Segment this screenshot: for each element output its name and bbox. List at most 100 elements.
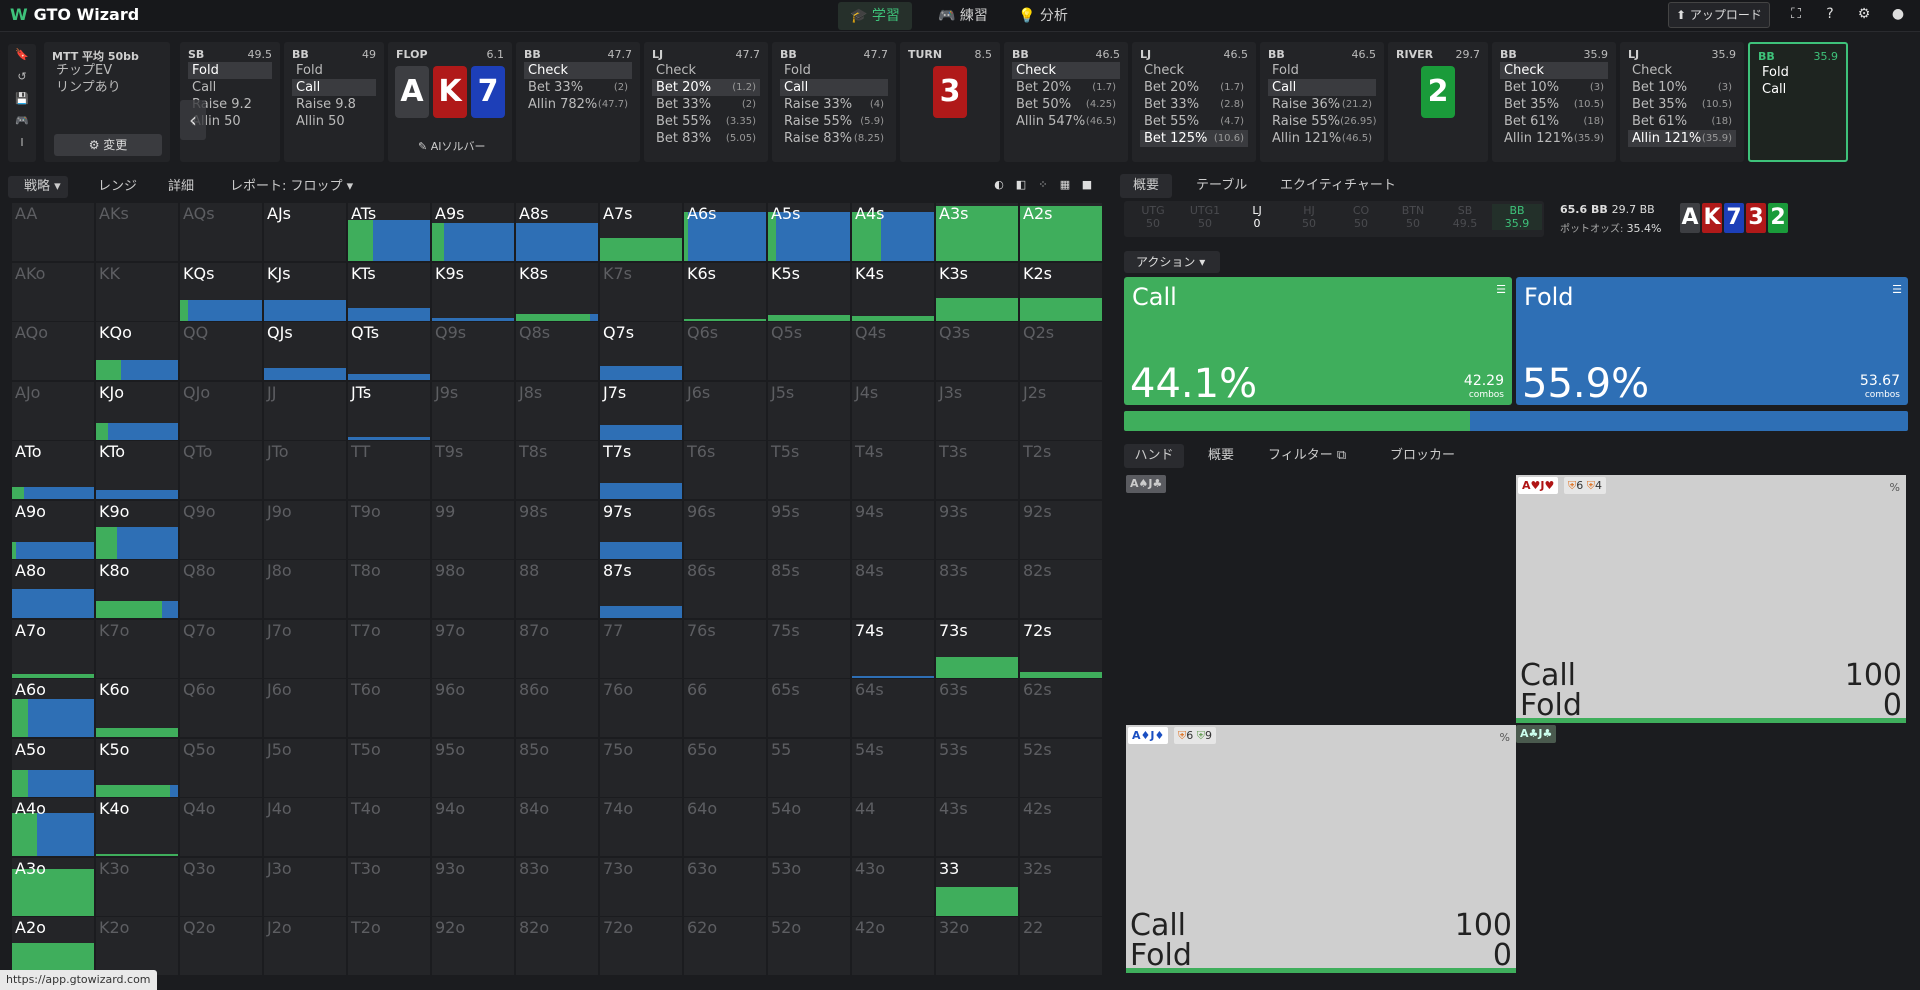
grid-cell-86o[interactable]: 86o: [516, 679, 598, 737]
tree-action-allin-547-[interactable]: Allin 547% (46.5): [1012, 113, 1120, 130]
hand-card-ah-jh[interactable]: A♥J♥ ⛨6 ⛨4 % Call 100 Fold 0: [1516, 475, 1906, 723]
grid-cell-a2o[interactable]: A2o: [12, 917, 94, 975]
grid-cell-88[interactable]: 88: [516, 560, 598, 618]
tree-action-fold[interactable]: Fold: [188, 62, 272, 79]
grid-cell-76o[interactable]: 76o: [600, 679, 682, 737]
grid-cell-64o[interactable]: 64o: [684, 798, 766, 856]
change-button[interactable]: ⚙ 変更: [54, 134, 162, 156]
tree-action-fold[interactable]: Fold: [1758, 64, 1838, 81]
grid-view-icon-1[interactable]: ◐: [990, 176, 1008, 194]
grid-cell-q7o[interactable]: Q7o: [180, 619, 262, 678]
grid-cell-q7s[interactable]: Q7s: [600, 322, 682, 380]
grid-cell-ajo[interactable]: AJo: [12, 381, 94, 440]
grid-cell-a5o[interactable]: A5o: [12, 738, 94, 797]
tree-action-fold[interactable]: Fold: [292, 62, 376, 79]
tree-action-bet-33-[interactable]: Bet 33% (2.8): [1140, 96, 1248, 113]
grid-cell-a4s[interactable]: A4s: [852, 203, 934, 261]
grid-cell-92o[interactable]: 92o: [432, 917, 514, 975]
grid-cell-k3o[interactable]: K3o: [96, 857, 178, 916]
tree-action-raise-55-[interactable]: Raise 55% (5.9): [780, 113, 888, 130]
grid-cell-kqo[interactable]: KQo: [96, 322, 178, 380]
grid-cell-42s[interactable]: 42s: [1020, 798, 1102, 856]
tree-action-check[interactable]: Check: [1140, 62, 1248, 79]
seat-sb[interactable]: SB 49.5: [1440, 204, 1490, 230]
grid-cell-t9s[interactable]: T9s: [432, 441, 514, 499]
grid-cell-j6o[interactable]: J6o: [264, 679, 346, 737]
tree-action-raise-9-8[interactable]: Raise 9.8: [292, 96, 376, 113]
grid-cell-t6s[interactable]: T6s: [684, 441, 766, 499]
grid-cell-a6o[interactable]: A6o: [12, 679, 94, 737]
grid-cell-k4s[interactable]: K4s: [852, 262, 934, 321]
grid-cell-73s[interactable]: 73s: [936, 619, 1018, 678]
grid-cell-73o[interactable]: 73o: [600, 857, 682, 916]
grid-cell-93o[interactable]: 93o: [432, 857, 514, 916]
grid-cell-52o[interactable]: 52o: [768, 917, 850, 975]
grid-cell-22[interactable]: 22: [1020, 917, 1102, 975]
grid-cell-a3s[interactable]: A3s: [936, 203, 1018, 261]
grid-cell-97s[interactable]: 97s: [600, 500, 682, 559]
grid-cell-96o[interactable]: 96o: [432, 679, 514, 737]
seat-hj[interactable]: HJ 50: [1284, 204, 1334, 230]
grid-cell-kjo[interactable]: KJo: [96, 381, 178, 440]
grid-cell-t7o[interactable]: T7o: [348, 619, 430, 678]
grid-cell-j3o[interactable]: J3o: [264, 857, 346, 916]
grid-cell-k9s[interactable]: K9s: [432, 262, 514, 321]
nav-learn[interactable]: 🎓 学習: [838, 2, 912, 30]
grid-cell-kto[interactable]: KTo: [96, 441, 178, 499]
grid-cell-82o[interactable]: 82o: [516, 917, 598, 975]
grid-cell-q6o[interactable]: Q6o: [180, 679, 262, 737]
grid-cell-84o[interactable]: 84o: [516, 798, 598, 856]
tree-column-river[interactable]: RIVER 29.7 2: [1388, 42, 1488, 162]
grid-cell-k2s[interactable]: K2s: [1020, 262, 1102, 321]
tree-column-bb[interactable]: BB 47.7 Fold Call Raise 33% (4) Raise 55% (5.9)…: [772, 42, 896, 162]
tab-hands[interactable]: ハンド: [1124, 444, 1184, 468]
grid-cell-94o[interactable]: 94o: [432, 798, 514, 856]
grid-view-icon-2[interactable]: ◧: [1012, 176, 1030, 194]
tree-action-bet-33-[interactable]: Bet 33% (2): [524, 79, 632, 96]
grid-cell-q3s[interactable]: Q3s: [936, 322, 1018, 380]
tree-action-call[interactable]: Call: [292, 79, 376, 96]
tab-range[interactable]: レンジ: [98, 176, 137, 198]
grid-cell-32o[interactable]: 32o: [936, 917, 1018, 975]
tab-table[interactable]: テーブル: [1196, 174, 1247, 198]
grid-cell-52s[interactable]: 52s: [1020, 738, 1102, 797]
grid-cell-t2s[interactable]: T2s: [1020, 441, 1102, 499]
tree-column-lj[interactable]: LJ 47.7 Check Bet 20% (1.2) Bet 33% (2) Bet 55%…: [644, 42, 768, 162]
grid-cell-a6s[interactable]: A6s: [684, 203, 766, 261]
nav-practice[interactable]: 🎮 練習: [926, 2, 1000, 30]
grid-view-icon-3[interactable]: ⁘: [1034, 176, 1052, 194]
grid-cell-99[interactable]: 99: [432, 500, 514, 559]
grid-cell-qts[interactable]: QTs: [348, 322, 430, 380]
help-icon[interactable]: ?: [1820, 6, 1840, 26]
grid-cell-43o[interactable]: 43o: [852, 857, 934, 916]
grid-cell-62s[interactable]: 62s: [1020, 679, 1102, 737]
grid-cell-a4o[interactable]: A4o: [12, 798, 94, 856]
grid-cell-a2s[interactable]: A2s: [1020, 203, 1102, 261]
tree-action-bet-50-[interactable]: Bet 50% (4.25): [1012, 96, 1120, 113]
grid-cell-87o[interactable]: 87o: [516, 619, 598, 678]
grid-cell-k7o[interactable]: K7o: [96, 619, 178, 678]
grid-cell-92s[interactable]: 92s: [1020, 500, 1102, 559]
tab-detail[interactable]: 詳細: [168, 176, 194, 198]
grid-cell-95s[interactable]: 95s: [768, 500, 850, 559]
grid-cell-93s[interactable]: 93s: [936, 500, 1018, 559]
list-icon[interactable]: ☰: [1496, 283, 1506, 296]
tree-action-bet-10-[interactable]: Bet 10% (3): [1500, 79, 1608, 96]
grid-cell-k4o[interactable]: K4o: [96, 798, 178, 856]
tree-action-bet-55-[interactable]: Bet 55% (4.7): [1140, 113, 1248, 130]
tree-action-bet-20-[interactable]: Bet 20% (1.7): [1140, 79, 1248, 96]
grid-cell-96s[interactable]: 96s: [684, 500, 766, 559]
grid-cell-65s[interactable]: 65s: [768, 679, 850, 737]
tree-action-check[interactable]: Check: [1500, 62, 1608, 79]
tree-action-raise-55-[interactable]: Raise 55% (26.95): [1268, 113, 1377, 130]
grid-cell-jto[interactable]: JTo: [264, 441, 346, 499]
grid-cell-83s[interactable]: 83s: [936, 560, 1018, 618]
grid-cell-ako[interactable]: AKo: [12, 262, 94, 321]
tree-action-check[interactable]: Check: [652, 62, 760, 79]
grid-cell-j7s[interactable]: J7s: [600, 381, 682, 440]
grid-cell-a7o[interactable]: A7o: [12, 619, 94, 678]
nav-analyze[interactable]: 💡 分析: [1006, 2, 1080, 30]
grid-cell-qq[interactable]: QQ: [180, 322, 262, 380]
tree-column-bb[interactable]: BB 49 Fold Call Raise 9.8 Allin 50: [284, 42, 384, 162]
grid-cell-84s[interactable]: 84s: [852, 560, 934, 618]
